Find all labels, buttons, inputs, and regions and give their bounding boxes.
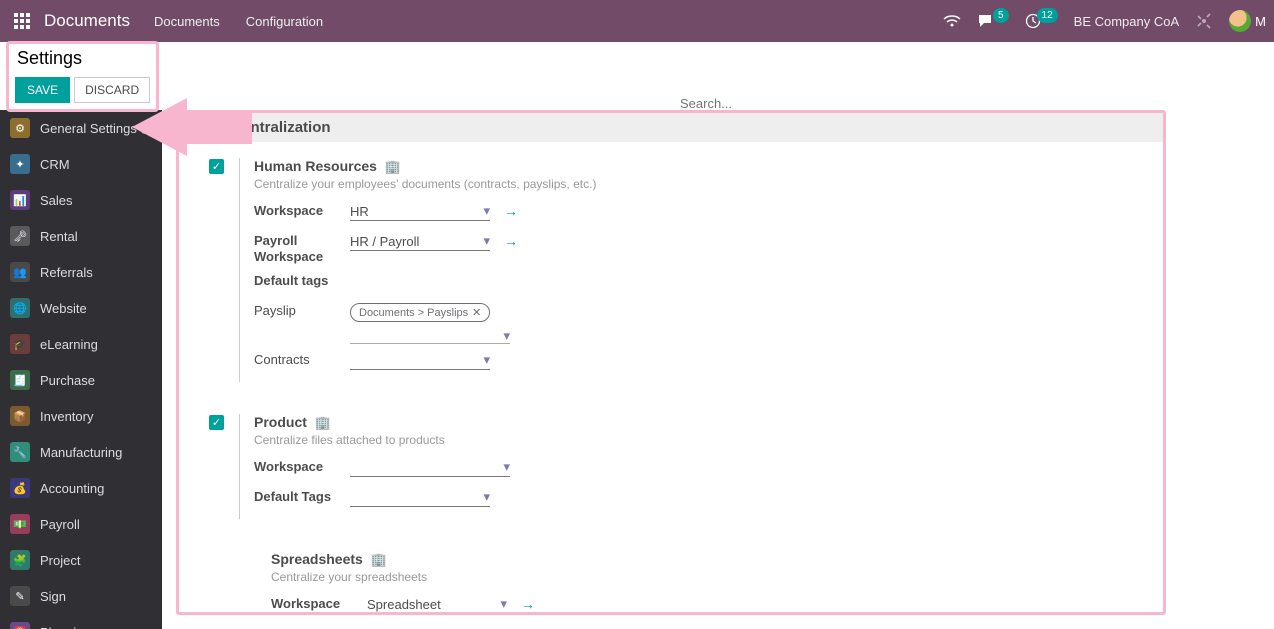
sidebar-item-label: Referrals [40,265,93,280]
topmenu-documents[interactable]: Documents [144,14,230,29]
hr-payroll-external-link[interactable]: → [504,233,518,249]
product-deftags-select[interactable]: ▾ [350,489,490,507]
sidebar-item-sales[interactable]: 📊 Sales [0,182,162,218]
hr-checkbox[interactable]: ✓ [209,159,224,174]
avatar[interactable]: M [1229,10,1266,32]
hr-workspace-external-link[interactable]: → [504,203,518,219]
sidebar-item-website[interactable]: 🌐 Website [0,290,162,326]
sidebar-item-project[interactable]: 🧩 Project [0,542,162,578]
sidebar-icon: ⚙ [10,118,30,138]
sidebar-item-label: CRM [40,157,70,172]
save-button[interactable]: SAVE [15,77,70,103]
hr-desc: Centralize your employees' documents (co… [254,177,1139,191]
sidebar-icon: 💵 [10,514,30,534]
wifi-icon[interactable] [943,14,961,28]
settings-action-box: Settings SAVE DISCARD [6,41,159,112]
hr-payslip-tag[interactable]: Documents > Payslips✕ [350,303,490,322]
control-panel: Settings SAVE DISCARD Unsav [0,42,1274,110]
sidebar-item-label: Sign [40,589,66,604]
hr-payroll-label: Payroll Workspace [254,233,342,265]
building-icon: 🏢 [315,415,331,430]
product-checkbox[interactable]: ✓ [209,415,224,430]
user-initial: M [1255,14,1266,29]
sidebar-item-label: Website [40,301,87,316]
settings-sidebar: ⚙ General Settings ✦ CRM 📊 Sales 🗝 Rental 👥 Refer… [0,110,162,629]
sidebar-item-referrals[interactable]: 👥 Referrals [0,254,162,290]
page-title: Settings [17,48,150,69]
clock-badge: 12 [1037,8,1058,23]
spread-desc: Centralize your spreadsheets [271,570,1139,584]
sidebar-item-label: Purchase [40,373,95,388]
sidebar-item-accounting[interactable]: 💰 Accounting [0,470,162,506]
sidebar-icon: 📅 [10,622,30,629]
hr-payslip-label: Payslip [254,303,342,319]
sidebar-item-label: Rental [40,229,78,244]
hr-deftags-label: Default tags [254,273,342,289]
sidebar-item-label: Inventory [40,409,93,424]
product-workspace-select[interactable]: ▾ [350,459,510,477]
sidebar-item-purchase[interactable]: 🧾 Purchase [0,362,162,398]
section-header: Files Centralization [179,113,1163,142]
sidebar-item-label: Planning [40,625,91,629]
sidebar-icon: 🎓 [10,334,30,354]
spread-title: Spreadsheets [271,551,363,567]
highlighted-settings-area: Files Centralization ✓ Human Resources 🏢… [176,110,1166,615]
tag-remove-icon[interactable]: ✕ [472,306,481,319]
activities-icon[interactable]: 12 [1025,13,1058,29]
company-switch[interactable]: BE Company CoA [1074,14,1180,29]
sidebar-icon: 🔧 [10,442,30,462]
sidebar-item-label: Project [40,553,80,568]
topbar: Documents Documents Configuration 5 12 B… [0,0,1274,42]
sidebar-item-sign[interactable]: ✎ Sign [0,578,162,614]
building-icon: 🏢 [385,159,401,174]
sidebar-icon: 🌐 [10,298,30,318]
sidebar-icon: 📦 [10,406,30,426]
debug-icon[interactable] [1195,12,1213,30]
sidebar-item-label: Manufacturing [40,445,122,460]
messaging-icon[interactable]: 5 [977,13,1009,29]
sidebar-item-manufacturing[interactable]: 🔧 Manufacturing [0,434,162,470]
sidebar-item-rental[interactable]: 🗝 Rental [0,218,162,254]
building-icon: 🏢 [371,552,387,567]
spread-workspace-external-link[interactable]: → [521,596,535,612]
topmenu-configuration[interactable]: Configuration [236,14,333,29]
sidebar-icon: 👥 [10,262,30,282]
sidebar-item-payroll[interactable]: 💵 Payroll [0,506,162,542]
sidebar-icon: 📊 [10,190,30,210]
product-workspace-label: Workspace [254,459,342,475]
chat-badge: 5 [993,8,1009,23]
apps-menu-button[interactable] [8,7,36,35]
hr-payroll-select[interactable]: HR / Payroll▾ [350,233,490,251]
sidebar-icon: 🗝 [10,226,30,246]
product-desc: Centralize files attached to products [254,433,1139,447]
hr-workspace-label: Workspace [254,203,342,219]
hr-workspace-select[interactable]: HR▾ [350,203,490,221]
hr-title: Human Resources [254,158,377,174]
sidebar-item-label: Accounting [40,481,104,496]
sidebar-item-label: Payroll [40,517,80,532]
product-deftags-label: Default Tags [254,489,342,505]
sidebar-item-label: eLearning [40,337,98,352]
sidebar-icon: 💰 [10,478,30,498]
hr-payslip-tag-input[interactable]: ▾ [350,328,510,344]
discard-button[interactable]: DISCARD [74,77,150,103]
sidebar-icon: ✦ [10,154,30,174]
spread-workspace-label: Workspace [271,596,359,612]
hr-contracts-label: Contracts [254,352,342,368]
spread-workspace-select[interactable]: Spreadsheet▾ [367,596,507,614]
hr-contracts-select[interactable]: ▾ [350,352,490,370]
sidebar-item-label: Sales [40,193,73,208]
product-title: Product [254,414,307,430]
sidebar-icon: ✎ [10,586,30,606]
sidebar-item-inventory[interactable]: 📦 Inventory [0,398,162,434]
sidebar-item-label: General Settings [40,121,137,136]
app-name: Documents [44,11,130,31]
sidebar-icon: 🧾 [10,370,30,390]
sidebar-item-planning[interactable]: 📅 Planning [0,614,162,629]
sidebar-icon: 🧩 [10,550,30,570]
sidebar-item-elearning[interactable]: 🎓 eLearning [0,326,162,362]
